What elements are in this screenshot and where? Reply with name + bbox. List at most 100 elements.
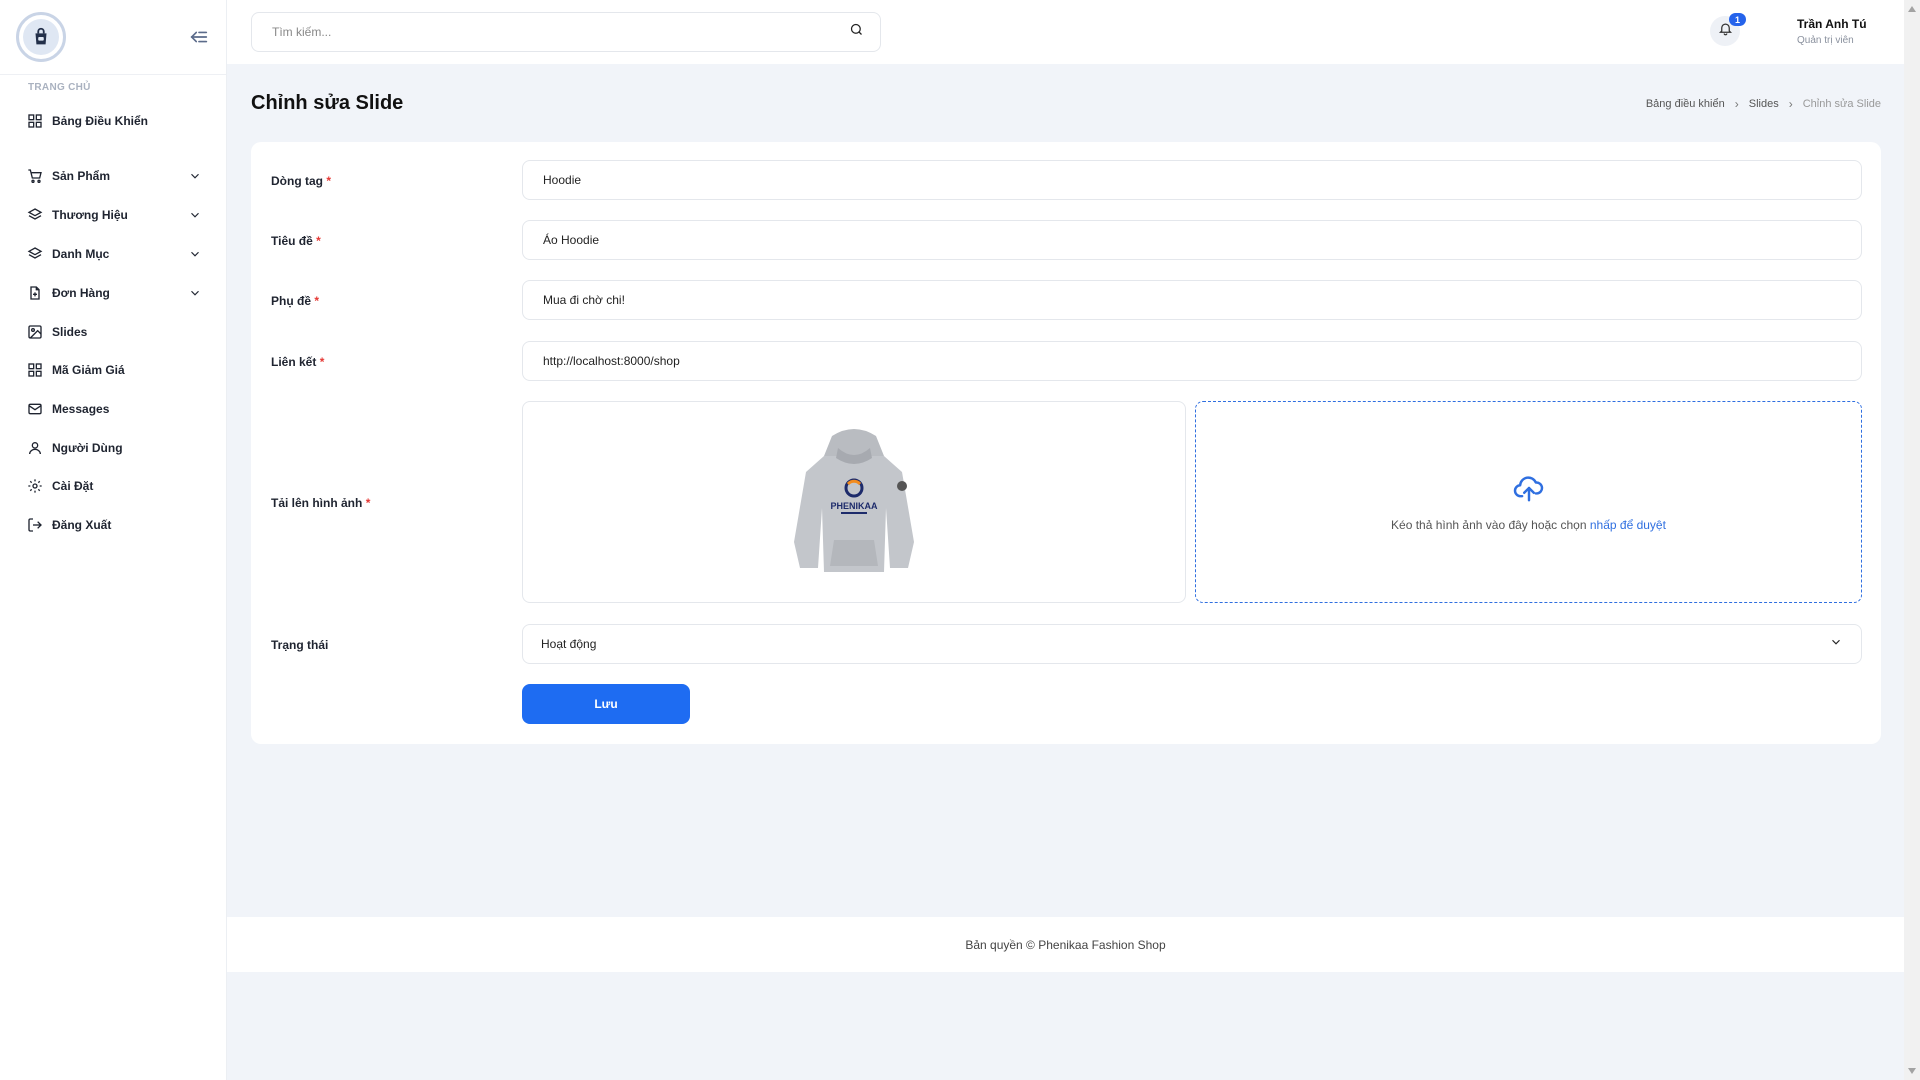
image-preview: PHENIKAA xyxy=(522,401,1186,603)
notification-button[interactable]: 1 xyxy=(1710,13,1746,46)
sidebar-item-label: Sản Phẩm xyxy=(52,169,111,183)
scroll-down-arrow-icon[interactable] xyxy=(1908,1068,1916,1074)
chevron-right-icon: › xyxy=(1734,97,1739,111)
status-select[interactable]: Hoạt động xyxy=(522,624,1862,664)
sidebar-item-brands[interactable]: Thương Hiệu xyxy=(26,202,202,228)
title-label: Tiêu đề * xyxy=(271,234,321,248)
hoodie-logo-text: PHENIKAA xyxy=(830,501,878,511)
image-label: Tải lên hình ảnh * xyxy=(271,496,370,510)
sidebar-item-messages[interactable]: Messages xyxy=(26,396,202,422)
image-dropzone[interactable]: Kéo thả hình ảnh vào đây hoặc chọn nhấp … xyxy=(1195,401,1862,603)
grid-icon xyxy=(26,361,44,379)
chevron-down-icon xyxy=(188,247,202,261)
sidebar-item-label: Mã Giảm Giá xyxy=(52,363,125,377)
tag-label: Dòng tag * xyxy=(271,174,331,188)
link-label: Liên kết * xyxy=(271,355,324,369)
link-field xyxy=(522,341,1862,381)
sidebar-item-label: Slides xyxy=(52,325,88,339)
copyright-text: Bản quyền © Phenikaa Fashion Shop xyxy=(965,937,1166,952)
required-mark: * xyxy=(314,294,320,308)
logout-icon xyxy=(26,516,44,534)
user-role: Quản trị viên xyxy=(1797,35,1854,46)
sidebar-item-label: Messages xyxy=(52,402,110,416)
sidebar-item-dashboard[interactable]: Bảng Điều Khiển xyxy=(26,108,202,134)
cloud-upload-icon xyxy=(1512,473,1546,508)
required-mark: * xyxy=(319,355,325,369)
breadcrumb-slides[interactable]: Slides xyxy=(1749,98,1779,110)
sidebar-item-label: Danh Mục xyxy=(52,247,110,261)
chevron-down-icon xyxy=(188,286,202,300)
topbar: 1 Trần Anh Tú Quản trị viên xyxy=(227,0,1904,64)
subtitle-label: Phụ đề * xyxy=(271,294,319,308)
page-scrollbar[interactable] xyxy=(1904,0,1920,1080)
sidebar-item-users[interactable]: Người Dùng xyxy=(26,435,202,461)
dropzone-instructions: Kéo thả hình ảnh vào đây hoặc chọn xyxy=(1391,517,1587,532)
cart-icon xyxy=(26,167,44,185)
collapse-sidebar-icon[interactable] xyxy=(188,26,210,48)
footer: Bản quyền © Phenikaa Fashion Shop xyxy=(227,917,1904,972)
sidebar-item-label: Bảng Điều Khiển xyxy=(52,114,149,128)
tag-label-text: Dòng tag xyxy=(271,174,323,188)
search-box xyxy=(251,12,881,52)
gear-icon xyxy=(26,477,44,495)
breadcrumb-dashboard[interactable]: Bảng điều khiển xyxy=(1646,98,1725,110)
chevron-down-icon xyxy=(188,169,202,183)
user-icon xyxy=(26,439,44,457)
breadcrumb-current: Chỉnh sửa Slide xyxy=(1802,98,1881,110)
sidebar-item-coupons[interactable]: Mã Giảm Giá xyxy=(26,357,202,383)
dropzone-text: Kéo thả hình ảnh vào đây hoặc chọn nhấp … xyxy=(1391,518,1666,532)
bag-icon xyxy=(23,19,59,55)
sidebar-item-categories[interactable]: Danh Mục xyxy=(26,241,202,267)
browse-link[interactable]: nhấp để duyệt xyxy=(1590,518,1666,532)
sidebar-item-settings[interactable]: Cài Đặt xyxy=(26,473,202,499)
grid-icon xyxy=(26,112,44,130)
user-menu[interactable]: Trần Anh Tú Quản trị viên xyxy=(1797,17,1867,46)
sidebar-item-label: Cài Đặt xyxy=(52,479,94,493)
image-label-text: Tải lên hình ảnh xyxy=(271,496,363,510)
title-field xyxy=(522,220,1862,260)
edit-slide-form: Dòng tag * Tiêu đề * Phụ đề * Liên kết *… xyxy=(251,142,1881,744)
link-input[interactable] xyxy=(541,353,1843,369)
status-label: Trạng thái xyxy=(271,638,329,652)
title-label-text: Tiêu đề xyxy=(271,234,313,248)
chevron-right-icon: › xyxy=(1788,97,1793,111)
title-input[interactable] xyxy=(541,232,1843,248)
user-name: Trần Anh Tú xyxy=(1797,17,1867,31)
sidebar-item-label: Người Dùng xyxy=(52,441,123,455)
search-icon[interactable] xyxy=(849,22,864,42)
breadcrumb: Bảng điều khiển › Slides › Chỉnh sửa Sli… xyxy=(1646,97,1881,111)
subtitle-label-text: Phụ đề xyxy=(271,294,312,308)
subtitle-input[interactable] xyxy=(541,292,1843,308)
file-plus-icon xyxy=(26,284,44,302)
save-button[interactable]: Lưu xyxy=(522,684,690,724)
sidebar-brand xyxy=(0,0,226,75)
sidebar-item-orders[interactable]: Đơn Hàng xyxy=(26,280,202,306)
link-label-text: Liên kết xyxy=(271,355,317,369)
subtitle-field xyxy=(522,280,1862,320)
notification-badge: 1 xyxy=(1729,13,1746,26)
layers-icon xyxy=(26,245,44,263)
mail-icon xyxy=(26,400,44,418)
sidebar-item-label: Đăng Xuất xyxy=(52,518,112,532)
status-value: Hoạt động xyxy=(541,637,597,651)
scroll-up-arrow-icon[interactable] xyxy=(1908,6,1916,12)
tag-field xyxy=(522,160,1862,200)
sidebar-item-slides[interactable]: Slides xyxy=(26,319,202,345)
shop-logo[interactable] xyxy=(16,12,66,62)
image-icon xyxy=(26,323,44,341)
hoodie-image: PHENIKAA xyxy=(784,422,924,582)
page-title: Chỉnh sửa Slide xyxy=(251,92,404,114)
sidebar-item-products[interactable]: Sản Phẩm xyxy=(26,163,202,189)
chevron-down-icon xyxy=(1829,635,1843,654)
chevron-down-icon xyxy=(188,208,202,222)
sidebar: TRANG CHỦ Bảng Điều Khiển Sản Phẩm Thươn… xyxy=(0,0,227,1080)
required-mark: * xyxy=(326,174,332,188)
sidebar-item-logout[interactable]: Đăng Xuất xyxy=(26,512,202,538)
search-input[interactable] xyxy=(270,24,849,40)
tag-input[interactable] xyxy=(541,172,1843,188)
sidebar-item-label: Thương Hiệu xyxy=(52,208,128,222)
required-mark: * xyxy=(316,234,321,248)
required-mark: * xyxy=(365,496,371,510)
sidebar-item-label: Đơn Hàng xyxy=(52,286,110,300)
layers-icon xyxy=(26,206,44,224)
